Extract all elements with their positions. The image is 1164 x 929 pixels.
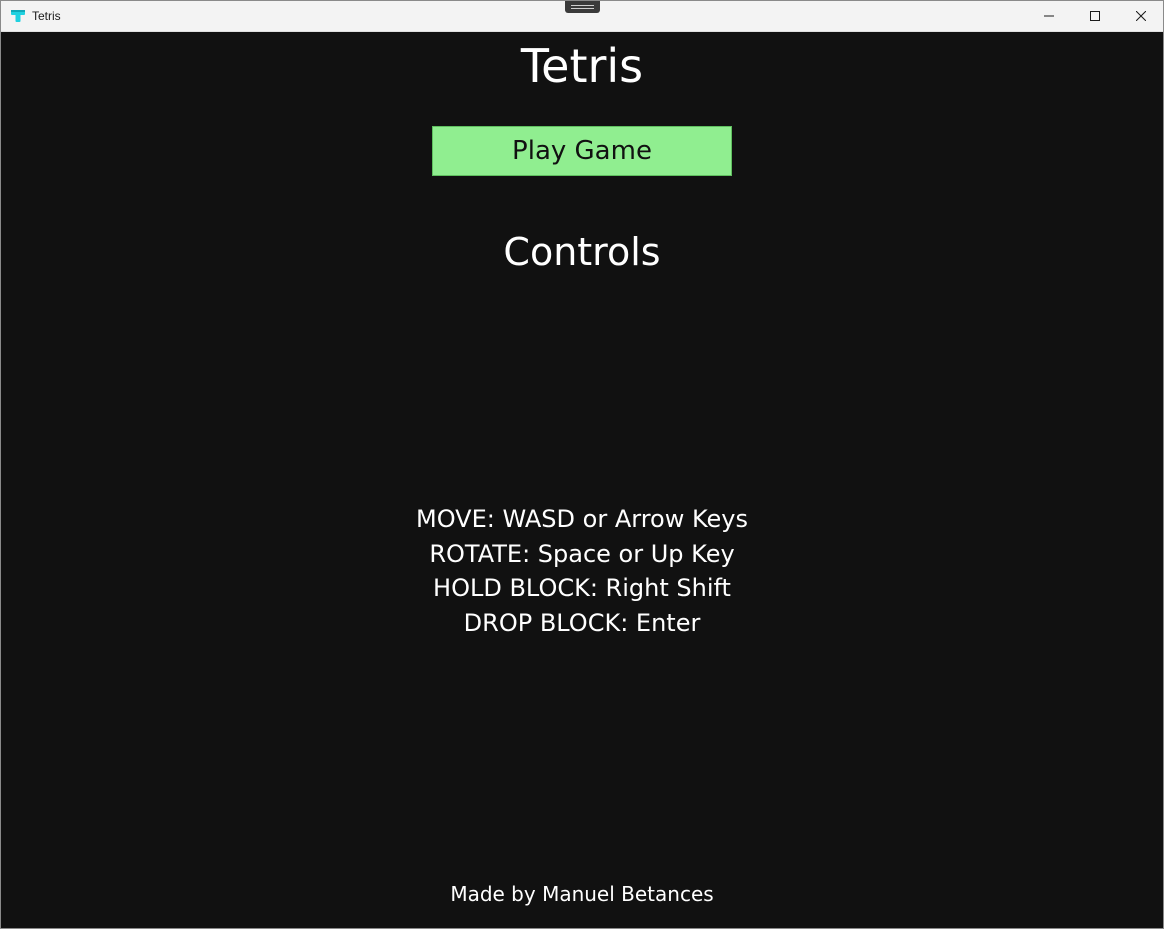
game-menu-screen: Tetris Play Game Controls MOVE: WASD or … (1, 32, 1163, 928)
close-button[interactable] (1118, 1, 1163, 31)
controls-list: MOVE: WASD or Arrow Keys ROTATE: Space o… (1, 502, 1163, 640)
minimize-icon (1044, 15, 1054, 17)
minimize-button[interactable] (1026, 1, 1072, 31)
game-title: Tetris (520, 39, 644, 93)
play-game-button[interactable]: Play Game (432, 126, 732, 176)
controls-heading: Controls (503, 230, 661, 274)
control-drop-block: DROP BLOCK: Enter (463, 608, 701, 637)
control-hold-block: HOLD BLOCK: Right Shift (433, 574, 731, 602)
credits-footer: Made by Manuel Betances (450, 882, 714, 906)
window-title: Tetris (32, 9, 61, 23)
close-icon (1136, 11, 1146, 21)
maximize-icon (1090, 11, 1100, 21)
title-bar[interactable]: Tetris (1, 1, 1163, 32)
control-move: MOVE: WASD or Arrow Keys (416, 505, 748, 533)
app-window: Tetris Tetris Play Game Controls MOVE: W… (0, 0, 1164, 929)
control-rotate: ROTATE: Space or Up Key (429, 539, 735, 568)
snap-layout-handle[interactable] (565, 1, 600, 13)
tetris-app-icon (11, 10, 25, 22)
maximize-button[interactable] (1072, 1, 1118, 31)
